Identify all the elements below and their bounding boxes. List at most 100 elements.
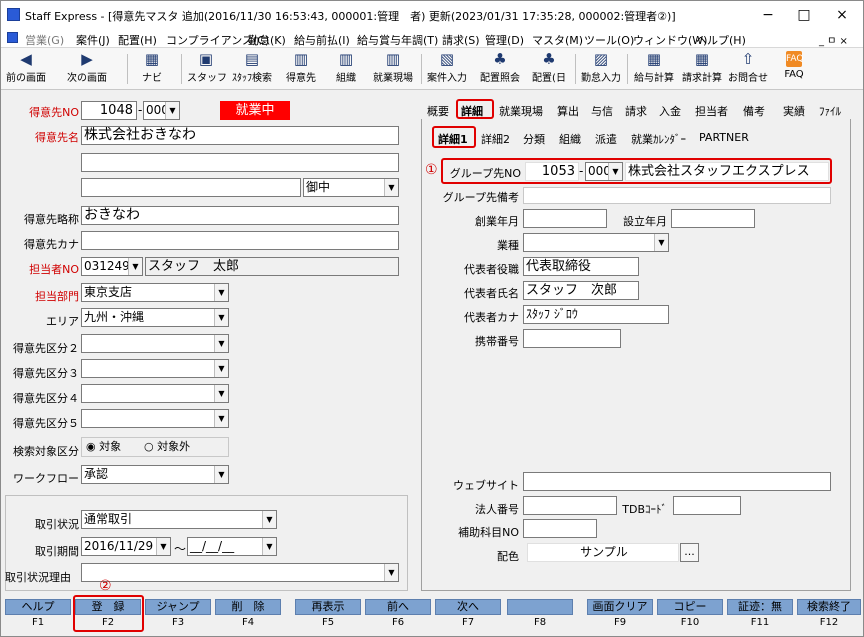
tdb-code-label: TDBｺｰﾄﾞ: [622, 503, 667, 516]
toolbar-attendance-entry[interactable]: ▨ 勤怠入力: [579, 50, 623, 88]
tdb-code-input[interactable]: [673, 496, 741, 515]
area-select[interactable]: 九州・沖縄 ▼: [81, 308, 229, 327]
deal-status-label: 取引状況: [35, 518, 79, 531]
child-window-controls[interactable]: _ ㅁ ×: [819, 32, 848, 47]
established-input[interactable]: [671, 209, 755, 228]
toolbar-staff[interactable]: ▣ スタッフ: [187, 50, 227, 88]
menu-kyuyo[interactable]: 給与賞与年調(T): [357, 32, 438, 48]
color-picker-button[interactable]: ...: [680, 543, 699, 562]
deal-reason-select[interactable]: ▼: [81, 563, 399, 582]
toolbar-organization[interactable]: ▥ 組織: [331, 50, 361, 88]
toolbar-payroll-calc[interactable]: ▦ 給与計算: [631, 50, 677, 88]
toolbar-faq[interactable]: FAQ FAQ: [779, 50, 809, 88]
deal-to-select[interactable]: __/__/__ ▼: [187, 537, 277, 556]
toolbar-worksite[interactable]: ▥ 就業現場: [369, 50, 417, 88]
toolbar-staff-search[interactable]: ▤ ｽﾀｯﾌ検索: [229, 50, 275, 88]
toolbar-assignment-daily[interactable]: ♣ 配置(日: [529, 50, 569, 88]
toolbar-customer[interactable]: ▥ 得意先: [281, 50, 321, 88]
customer-abbr-input[interactable]: おきなわ: [81, 206, 399, 225]
corp-no-input[interactable]: [523, 496, 617, 515]
tab-calc[interactable]: 算出: [557, 103, 579, 119]
toolbar-next-screen[interactable]: ▶ 次の画面: [61, 50, 113, 88]
arrow-left-circle-icon: ◀: [20, 50, 32, 68]
subtab-detail2[interactable]: 詳細2: [481, 131, 510, 147]
subtab-org[interactable]: 組織: [559, 131, 581, 147]
tab-notes[interactable]: 備考: [743, 103, 765, 119]
highlight-detail-tab: [456, 99, 494, 119]
honorific-select[interactable]: 御中 ▼: [303, 178, 399, 197]
founded-input[interactable]: [523, 209, 607, 228]
search-target-radio-group: ◉ 対象 ○ 対象外: [81, 437, 229, 457]
close-button[interactable]: ×: [827, 5, 857, 25]
f8-button[interactable]: [507, 599, 573, 615]
minimize-button[interactable]: −: [753, 5, 783, 25]
tab-file[interactable]: ﾌｧｲﾙ: [819, 103, 841, 119]
search-exclude-radio[interactable]: ○ 対象外: [144, 438, 190, 456]
customer-sub-no-select[interactable]: 000 ▼: [143, 101, 180, 120]
dept-select[interactable]: 東京支店 ▼: [81, 283, 229, 302]
jump-button[interactable]: ジャンプ: [145, 599, 211, 615]
toolbar-case-entry[interactable]: ▧ 案件入力: [425, 50, 469, 88]
tab-overview[interactable]: 概要: [427, 103, 449, 119]
tab-billing[interactable]: 請求: [625, 103, 647, 119]
menu-haichi[interactable]: 配置(H): [118, 32, 157, 48]
cat2-select[interactable]: ▼: [81, 334, 229, 353]
delete-button[interactable]: 削 除: [215, 599, 281, 615]
group-note-input[interactable]: [523, 187, 831, 204]
toolbar-inquiry[interactable]: ⇧ お問合せ: [727, 50, 769, 88]
prev-record-button[interactable]: 前へ: [365, 599, 431, 615]
customer-kana-input[interactable]: [81, 231, 399, 250]
cat4-select[interactable]: ▼: [81, 384, 229, 403]
chevron-down-icon: ▼: [214, 385, 228, 402]
toolbar-navi[interactable]: ▦ ナビ: [137, 50, 167, 88]
customer-no-input[interactable]: 1048: [81, 101, 137, 120]
menu-seikyu[interactable]: 請求(S): [442, 32, 480, 48]
toolbar-prev-screen[interactable]: ◀ 前の画面: [3, 50, 49, 88]
search-end-button[interactable]: 検索終了: [797, 599, 861, 615]
subtab-dispatch[interactable]: 派遣: [595, 131, 617, 147]
area-label: エリア: [46, 315, 79, 328]
rep-title-input[interactable]: 代表取締役: [523, 257, 639, 276]
deal-from-select[interactable]: 2016/11/29 ▼: [81, 537, 171, 556]
subtab-partner[interactable]: PARTNER: [699, 131, 749, 144]
copy-button[interactable]: コピー: [657, 599, 723, 615]
audit-trail-button[interactable]: 証迹：無: [727, 599, 793, 615]
rep-name-input[interactable]: スタッフ 次郎: [523, 281, 639, 300]
deal-status-select[interactable]: 通常取引 ▼: [81, 510, 277, 529]
clear-screen-button[interactable]: 画面クリア: [587, 599, 653, 615]
menu-help[interactable]: ヘルプ(H): [696, 32, 746, 48]
tab-results[interactable]: 実績: [783, 103, 805, 119]
industry-select[interactable]: ▼: [523, 233, 669, 252]
tab-person[interactable]: 担当者: [695, 103, 728, 119]
menu-eigyo[interactable]: 営業(G): [25, 32, 64, 48]
tab-worksite[interactable]: 就業現場: [499, 103, 543, 119]
toolbar-billing-calc[interactable]: ▦ 請求計算: [679, 50, 725, 88]
help-button[interactable]: ヘルプ: [5, 599, 71, 615]
subtab-class[interactable]: 分類: [523, 131, 545, 147]
search-target-radio[interactable]: ◉ 対象: [86, 438, 121, 456]
sub-account-input[interactable]: [523, 519, 597, 538]
customer-name3-input[interactable]: [81, 178, 301, 197]
menu-maebarai[interactable]: 給与前払(I): [294, 32, 350, 48]
maximize-button[interactable]: □: [789, 5, 819, 25]
mobile-input[interactable]: [523, 329, 621, 348]
cat5-select[interactable]: ▼: [81, 409, 229, 428]
tab-payment[interactable]: 入金: [659, 103, 681, 119]
menu-kanri[interactable]: 管理(D): [485, 32, 524, 48]
menu-tool[interactable]: ツール(O): [584, 32, 634, 48]
rep-kana-input[interactable]: ｽﾀｯﾌ ｼﾞﾛｳ: [523, 305, 669, 324]
next-record-button[interactable]: 次へ: [435, 599, 501, 615]
workflow-select[interactable]: 承認 ▼: [81, 465, 229, 484]
refresh-button[interactable]: 再表示: [295, 599, 361, 615]
subtab-calendar[interactable]: 就業ｶﾚﾝﾀﾞｰ: [631, 131, 686, 147]
tab-credit[interactable]: 与信: [591, 103, 613, 119]
toolbar-assignment-inquiry[interactable]: ♣ 配置照会: [477, 50, 523, 88]
customer-name2-input[interactable]: [81, 153, 399, 172]
menu-master[interactable]: マスタ(M): [532, 32, 583, 48]
website-input[interactable]: [523, 472, 831, 491]
customer-name-input[interactable]: 株式会社おきなわ: [81, 126, 399, 145]
staff-no-select[interactable]: 031249 ▼: [81, 257, 143, 276]
menu-kintai[interactable]: 勤怠(K): [248, 32, 286, 48]
cat3-select[interactable]: ▼: [81, 359, 229, 378]
menu-anken[interactable]: 案件(J): [76, 32, 110, 48]
